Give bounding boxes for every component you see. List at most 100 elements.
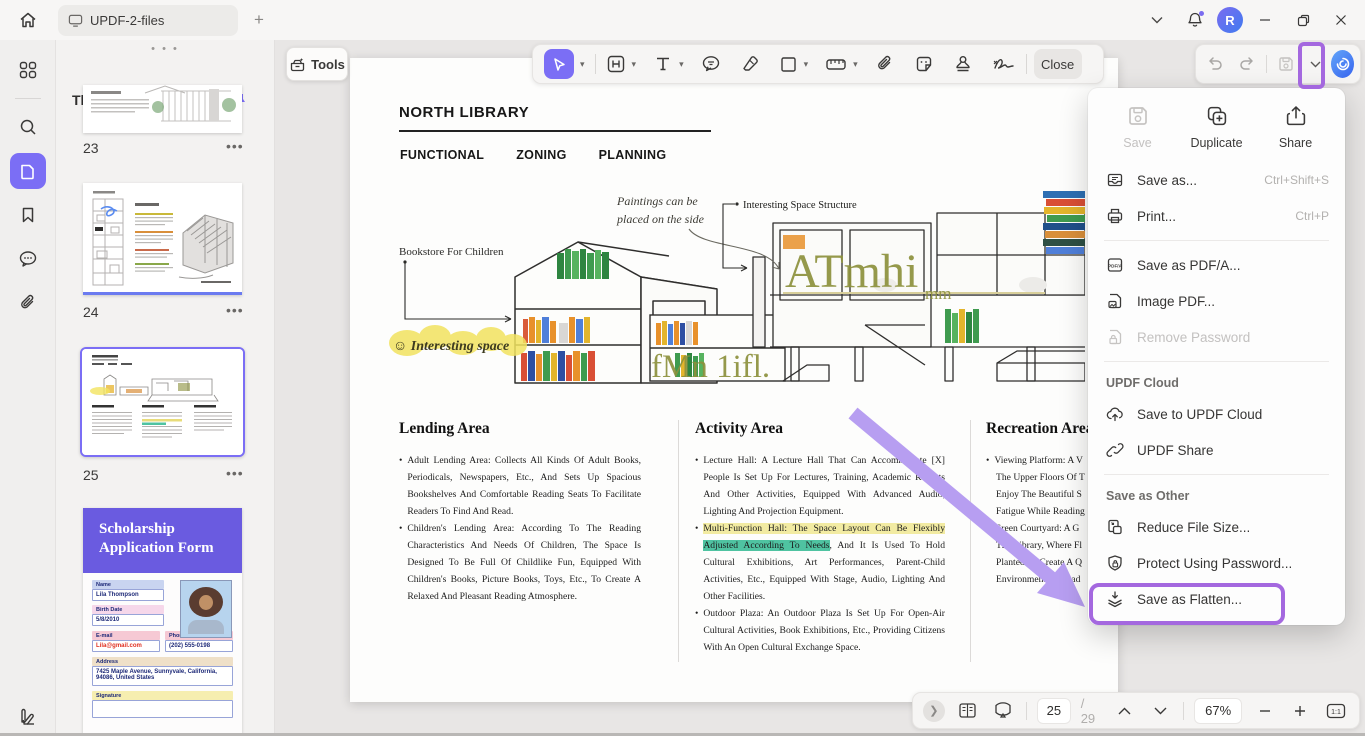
undo-icon bbox=[1206, 56, 1224, 72]
menu-item-save-as[interactable]: Save as... Ctrl+Shift+S bbox=[1088, 162, 1345, 198]
presentation-button[interactable] bbox=[990, 698, 1016, 724]
tab-list-button[interactable] bbox=[1141, 5, 1173, 35]
text-icon bbox=[653, 54, 673, 74]
comment-tool-button[interactable] bbox=[698, 49, 724, 79]
previous-page-button[interactable] bbox=[1112, 698, 1138, 724]
chevron-down-icon bbox=[1151, 16, 1163, 24]
tutorial-highlight-flatten bbox=[1089, 583, 1285, 625]
menu-share[interactable]: Share bbox=[1260, 104, 1332, 150]
home-button[interactable] bbox=[14, 7, 42, 33]
shield-lock-icon bbox=[1106, 554, 1124, 572]
menu-item-print[interactable]: Print... Ctrl+P bbox=[1088, 198, 1345, 234]
stamp-tool-button[interactable] bbox=[950, 49, 976, 79]
form-phone-value: (202) 555-0198 bbox=[165, 640, 233, 652]
redo-button[interactable] bbox=[1234, 49, 1260, 79]
menu-item-save-to-cloud[interactable]: Save to UPDF Cloud bbox=[1088, 396, 1345, 432]
signature-tool-button[interactable] bbox=[989, 49, 1019, 79]
thumbnail-more-button[interactable]: ••• bbox=[226, 138, 244, 154]
activity-bullet-2: Multi-Function Hall: The Space Layout Ca… bbox=[703, 520, 945, 605]
artifact-text-small: fMn 1ifl. bbox=[651, 349, 770, 385]
thumbnails-panel-button[interactable] bbox=[10, 153, 46, 189]
sticker-icon bbox=[914, 54, 934, 74]
heading-tool-button[interactable] bbox=[603, 49, 629, 79]
tools-button[interactable]: Tools bbox=[286, 47, 348, 81]
measure-tool-chevron[interactable]: ▾ bbox=[850, 59, 861, 70]
text-tool-chevron[interactable]: ▾ bbox=[676, 59, 687, 70]
select-tool-button[interactable] bbox=[541, 49, 577, 79]
pdf-page[interactable]: NORTH LIBRARY FUNCTIONAL ZONING PLANNING bbox=[350, 58, 1118, 702]
content-area: NORTH LIBRARY FUNCTIONAL ZONING PLANNING bbox=[275, 40, 1365, 736]
actual-size-button[interactable]: 1:1 bbox=[1323, 698, 1349, 724]
swatches-icon bbox=[17, 706, 39, 728]
menu-item-image-pdf[interactable]: Image PDF... bbox=[1088, 283, 1345, 319]
recreation-line: Viewing Platform: A V bbox=[994, 452, 1083, 469]
sticker-tool-button[interactable] bbox=[911, 49, 937, 79]
new-tab-button[interactable]: + bbox=[248, 9, 270, 31]
attachments-panel-button[interactable] bbox=[10, 285, 46, 321]
menu-item-protect-password[interactable]: Protect Using Password... bbox=[1088, 545, 1345, 581]
thumbnail-more-button[interactable]: ••• bbox=[226, 302, 244, 318]
page-number-input[interactable]: 25 bbox=[1037, 698, 1071, 724]
comments-panel-button[interactable] bbox=[10, 241, 46, 277]
updf-ai-button[interactable] bbox=[1331, 50, 1354, 78]
thumbnail-page-number: 24 bbox=[83, 304, 99, 320]
highlighter-tool-button[interactable] bbox=[737, 49, 763, 79]
collapse-statusbar-button[interactable]: ❯ bbox=[923, 700, 945, 722]
shape-tool-chevron[interactable]: ▾ bbox=[801, 59, 812, 70]
search-panel-button[interactable] bbox=[10, 109, 46, 145]
document-tab[interactable]: UPDF-2-files bbox=[58, 5, 238, 36]
chevron-up-icon bbox=[1118, 707, 1131, 715]
zoom-in-button[interactable] bbox=[1288, 698, 1314, 724]
undo-button[interactable] bbox=[1202, 49, 1228, 79]
thumbnail-page-26[interactable]: Scholarship Application Form Name Lila T… bbox=[83, 508, 242, 736]
highlight-yellow: Multi-Function Hall: The Space Layout Ca… bbox=[703, 523, 945, 534]
link-icon bbox=[1106, 441, 1124, 459]
text-tool-button[interactable] bbox=[650, 49, 676, 79]
doc-title-rule bbox=[399, 130, 711, 132]
thumbnail-page-25-selected[interactable] bbox=[80, 347, 245, 457]
next-page-button[interactable] bbox=[1148, 698, 1174, 724]
recreation-line: The Upper Floors Of T bbox=[986, 469, 1088, 486]
measure-tool-button[interactable] bbox=[822, 49, 850, 79]
menu-item-reduce-file-size[interactable]: Reduce File Size... bbox=[1088, 509, 1345, 545]
menu-item-save-as-pdfa[interactable]: PDF/A Save as PDF/A... bbox=[1088, 247, 1345, 283]
updf-window: UPDF-2-files + R bbox=[0, 0, 1365, 736]
form-name-label: Name bbox=[92, 580, 164, 589]
notifications-button[interactable] bbox=[1179, 5, 1211, 35]
menu-item-updf-share[interactable]: UPDF Share bbox=[1088, 432, 1345, 468]
avatar[interactable]: R bbox=[1217, 7, 1243, 33]
close-tools-button[interactable]: Close bbox=[1034, 49, 1082, 79]
menu-save-quick[interactable]: Save bbox=[1102, 104, 1174, 150]
save-options-menu: Save Duplicate Share Save as... Ctrl+Shi… bbox=[1088, 88, 1345, 625]
thumbnail-more-button[interactable]: ••• bbox=[226, 465, 244, 481]
activity-area-title: Activity Area bbox=[695, 420, 945, 438]
ai-swirl-icon bbox=[1335, 56, 1351, 72]
attach-tool-button[interactable] bbox=[872, 49, 898, 79]
reduce-size-icon bbox=[1106, 518, 1124, 536]
zoom-level-input[interactable]: 67% bbox=[1194, 698, 1241, 724]
appearance-button[interactable] bbox=[0, 706, 56, 728]
close-window-button[interactable] bbox=[1325, 5, 1357, 35]
bookmarks-panel-button[interactable] bbox=[10, 197, 46, 233]
apps-grid-button[interactable] bbox=[10, 52, 46, 88]
heading-tool-chevron[interactable]: ▾ bbox=[629, 59, 640, 70]
page-total: / 29 bbox=[1081, 696, 1102, 726]
thumbnail-page-23[interactable] bbox=[83, 85, 242, 133]
menu-item-remove-password[interactable]: Remove Password bbox=[1088, 319, 1345, 355]
zoom-out-button[interactable] bbox=[1252, 698, 1278, 724]
save-button[interactable] bbox=[1273, 49, 1299, 79]
titlebar: UPDF-2-files + R bbox=[0, 0, 1365, 40]
annotation-structure: Interesting Space Structure bbox=[743, 200, 857, 211]
menu-duplicate[interactable]: Duplicate bbox=[1181, 104, 1253, 150]
panel-grip[interactable]: • • • bbox=[56, 43, 274, 55]
lending-bullet-1: Adult Lending Area: Collects All Kinds O… bbox=[407, 452, 641, 520]
library-illustration: Bookstore For Children Paintings can be … bbox=[385, 185, 1085, 411]
annotation-paintings-2: placed on the side bbox=[616, 212, 705, 226]
select-tool-chevron[interactable]: ▾ bbox=[577, 59, 588, 70]
thumbnail-page-24[interactable] bbox=[83, 183, 242, 295]
minimize-button[interactable] bbox=[1249, 5, 1281, 35]
restore-button[interactable] bbox=[1287, 5, 1319, 35]
reading-view-button[interactable] bbox=[955, 698, 981, 724]
shape-tool-button[interactable] bbox=[776, 49, 801, 79]
activity-bullet-1: Lecture Hall: A Lecture Hall That Can Ac… bbox=[703, 452, 945, 520]
